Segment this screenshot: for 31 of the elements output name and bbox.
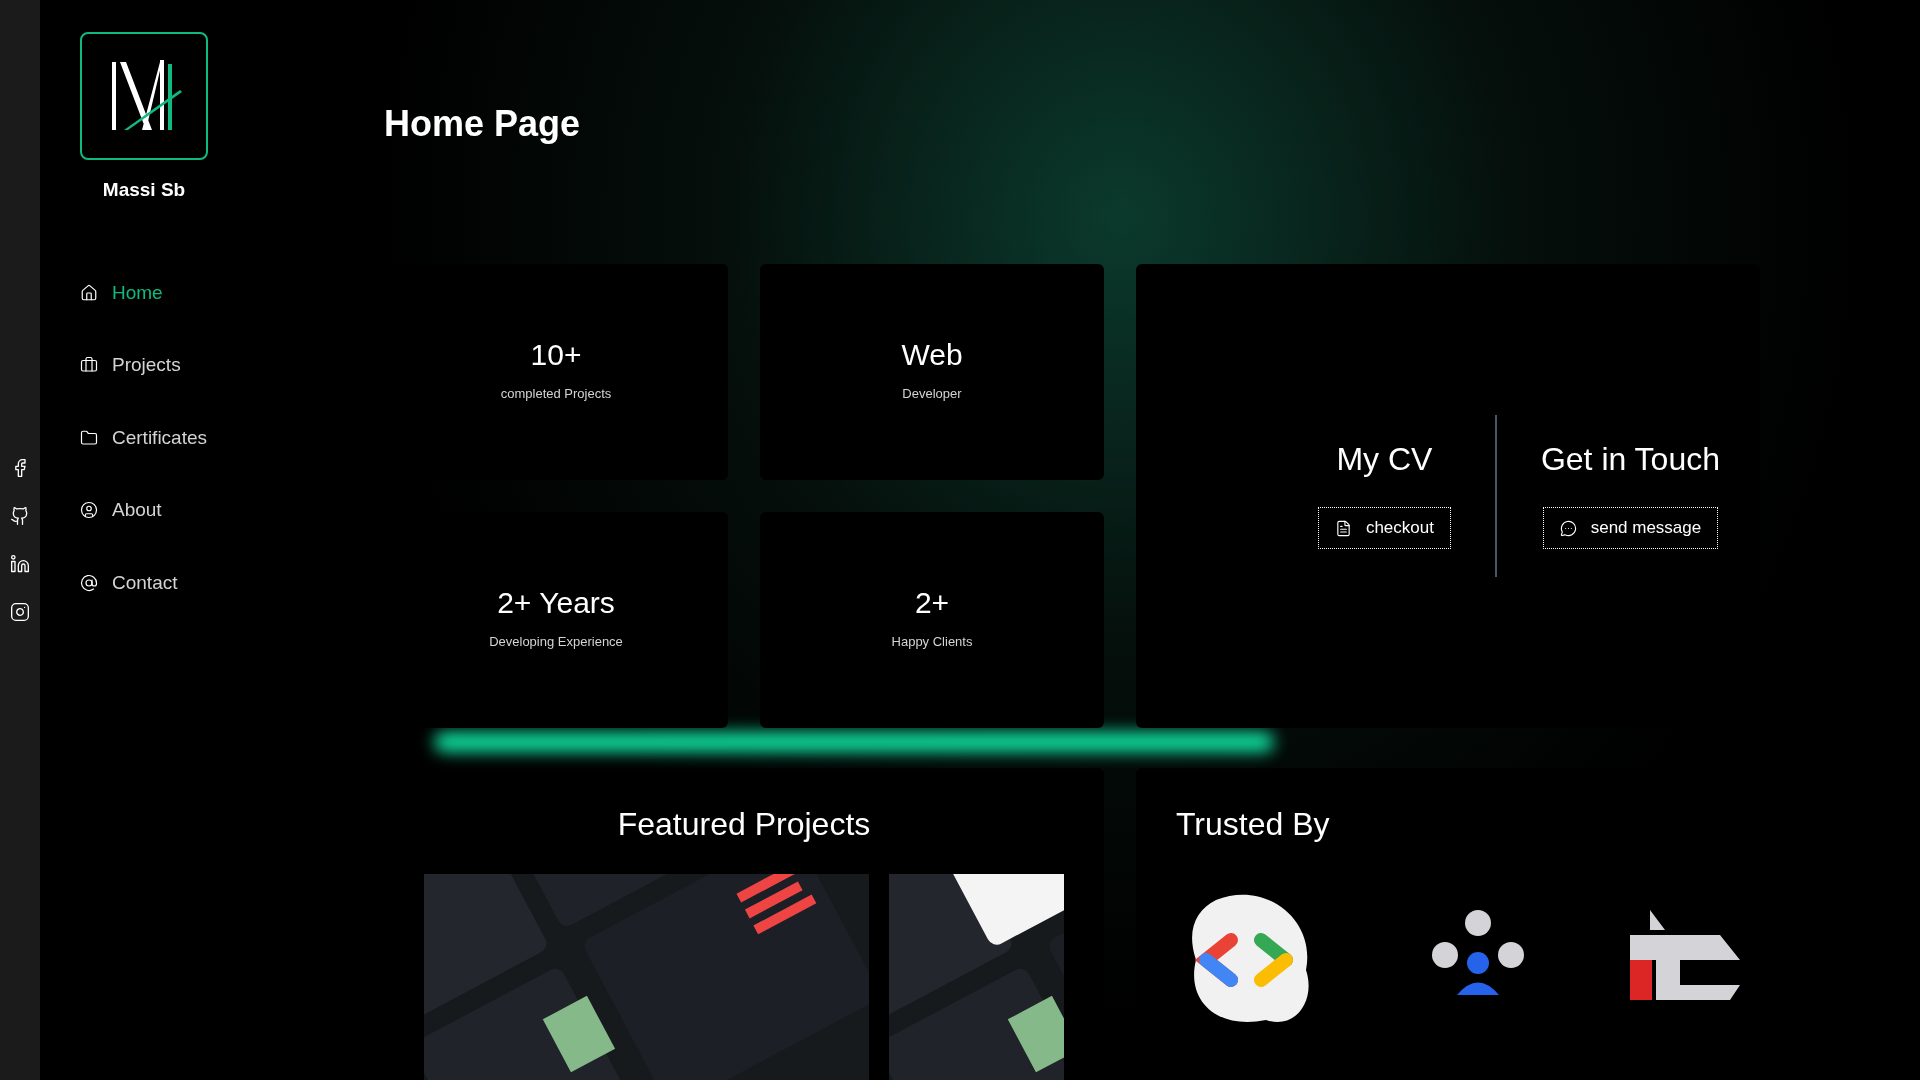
stat-label: completed Projects bbox=[500, 385, 612, 404]
document-icon bbox=[1334, 519, 1352, 537]
folder-icon bbox=[80, 428, 98, 447]
nav-link[interactable]: Projects bbox=[80, 351, 320, 380]
instagram-icon[interactable] bbox=[10, 602, 30, 622]
brand-name: Massi Sb bbox=[102, 178, 186, 202]
nav-link[interactable]: Contact bbox=[80, 568, 320, 597]
user-icon bbox=[80, 501, 98, 520]
stat-label: Happy Clients bbox=[891, 633, 973, 652]
home-icon bbox=[80, 283, 98, 302]
page-title: Home Page bbox=[384, 106, 582, 142]
action-title: Get in Touch bbox=[1540, 443, 1720, 475]
stat-value: 2+ bbox=[914, 588, 950, 619]
stat-value: 10+ bbox=[530, 340, 582, 371]
github-icon[interactable] bbox=[10, 506, 30, 526]
action-button[interactable]: send message bbox=[1542, 507, 1719, 549]
section-title: Trusted By bbox=[1176, 808, 1331, 840]
action-title: My CV bbox=[1336, 443, 1433, 475]
briefcase-icon bbox=[80, 356, 98, 375]
stat-label: Developer bbox=[902, 385, 962, 404]
action-button[interactable]: checkout bbox=[1317, 507, 1451, 549]
stat-value: Web bbox=[901, 340, 963, 371]
stat-label: Developing Experience bbox=[489, 633, 623, 652]
nav-link[interactable]: Home bbox=[80, 278, 320, 307]
nav-link[interactable]: About bbox=[80, 496, 320, 525]
stat-value: 2+ Years bbox=[497, 588, 615, 619]
at-sign-icon bbox=[80, 573, 98, 592]
nav-link[interactable]: Certificates bbox=[80, 423, 320, 452]
chat-icon bbox=[1559, 519, 1577, 537]
section-title: Featured Projects bbox=[617, 808, 871, 840]
linkedin-icon[interactable] bbox=[10, 554, 30, 574]
